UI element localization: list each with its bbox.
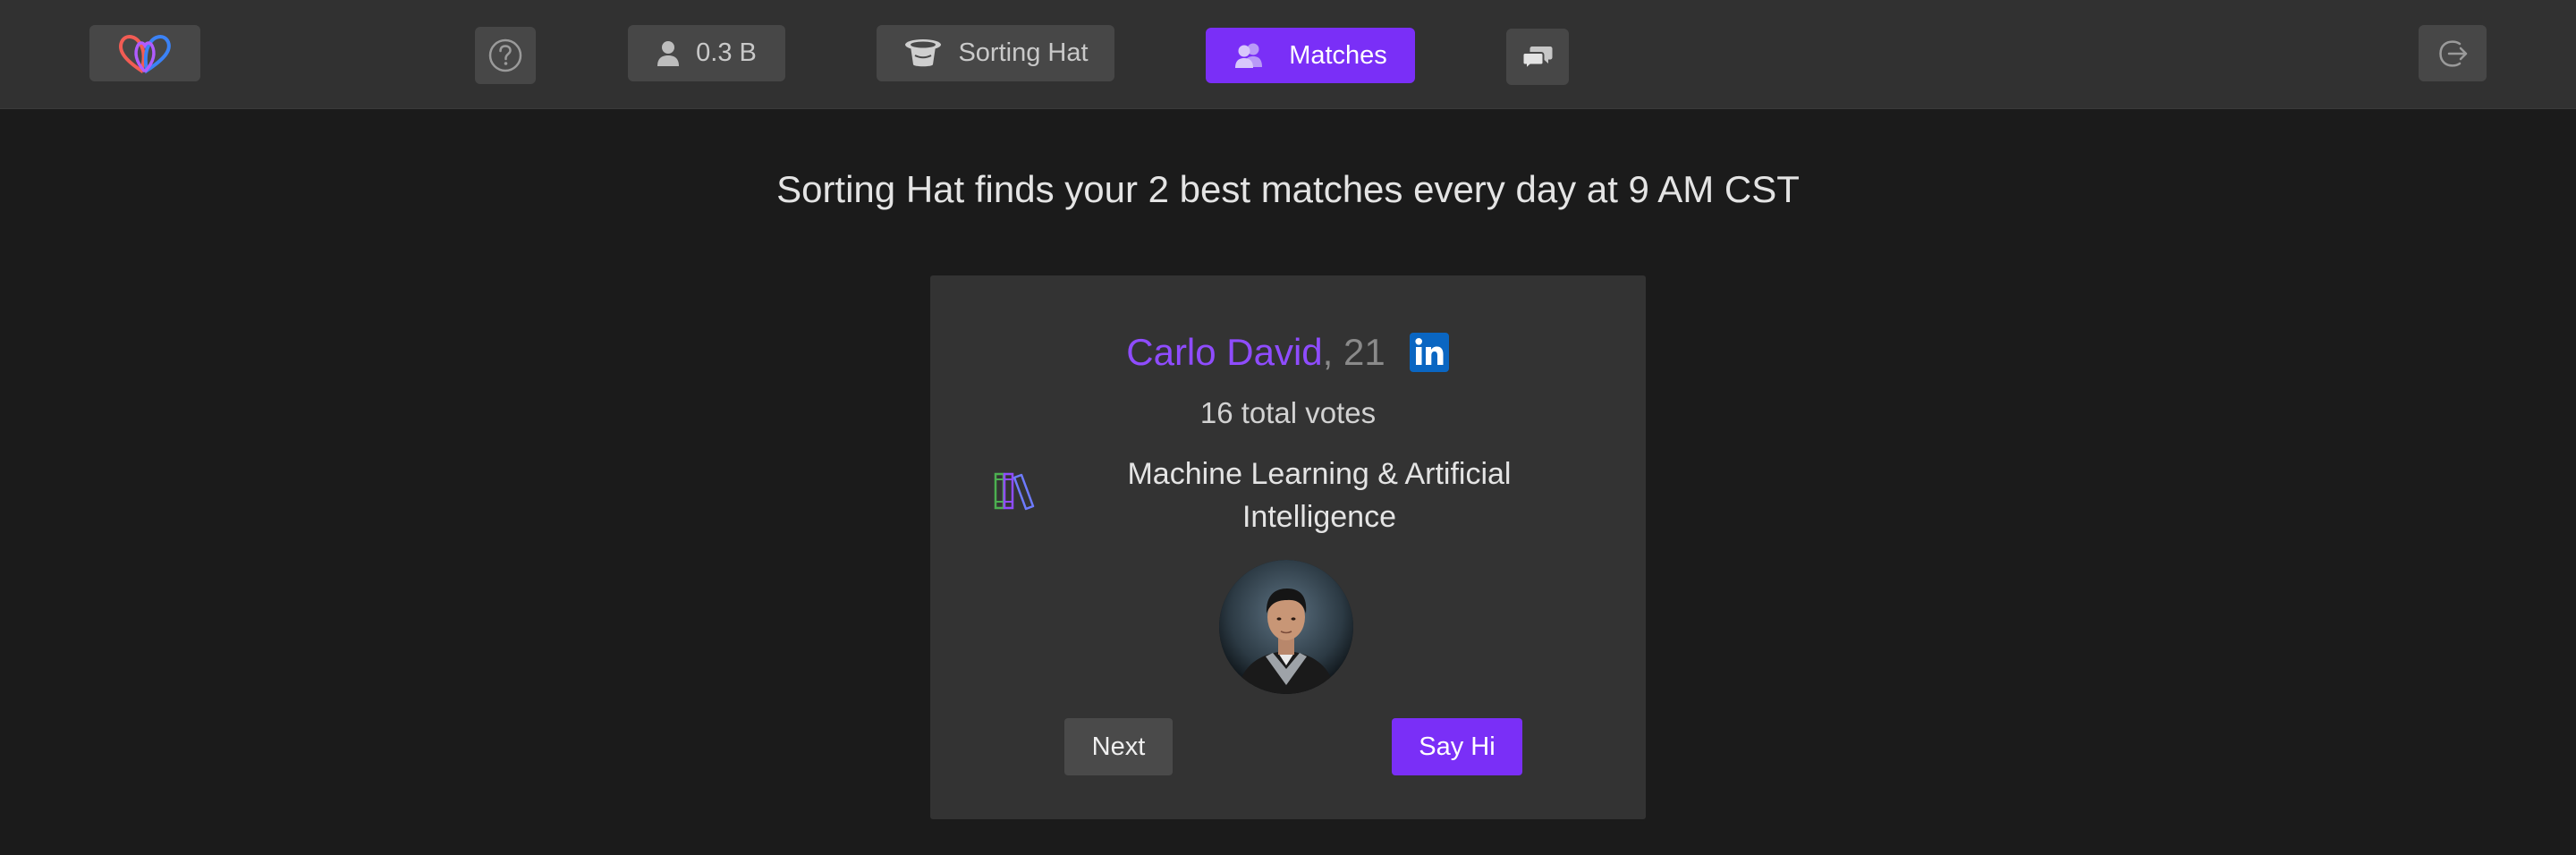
brand-hearts-logo-icon — [119, 34, 171, 73]
say-hi-button[interactable]: Say Hi — [1392, 718, 1522, 775]
sorting-hat-button[interactable]: Sorting Hat — [877, 25, 1114, 81]
page-headline: Sorting Hat finds your 2 best matches ev… — [776, 168, 1800, 210]
question-circle-icon — [488, 38, 522, 72]
vote-count: 16 total votes — [1199, 396, 1377, 429]
matches-label: Matches — [1289, 40, 1387, 70]
chat-bubbles-icon — [1521, 46, 1553, 71]
field-of-study: Machine Learning & Artificial Intelligen… — [1127, 457, 1512, 534]
match-name-row: Carlo David , 21 — [930, 320, 1646, 385]
logout-button[interactable] — [2419, 25, 2487, 81]
user-icon — [657, 40, 680, 66]
sorting-hat-icon — [905, 38, 942, 66]
avatar — [1219, 560, 1353, 694]
matches-button[interactable]: Matches — [1206, 28, 1415, 83]
home-logo-button[interactable] — [89, 25, 200, 81]
match-name: Carlo David — [1126, 331, 1323, 373]
users-icon — [1235, 43, 1263, 68]
next-button[interactable]: Next — [1064, 718, 1173, 775]
linkedin-icon[interactable] — [1409, 332, 1450, 373]
user-count-button[interactable]: 0.3 B — [628, 25, 785, 81]
match-card: Carlo David , 21 16 total votes Machine … — [930, 275, 1646, 819]
messages-button[interactable] — [1506, 29, 1569, 85]
user-count-label: 0.3 B — [696, 38, 757, 67]
match-age: , 21 — [1322, 331, 1385, 373]
top-navigation-bar: 0.3 B Sorting Hat Matches — [0, 0, 2576, 109]
help-button[interactable] — [475, 27, 536, 84]
logout-icon — [2439, 39, 2468, 67]
books-icon — [993, 470, 1036, 516]
sorting-hat-label: Sorting Hat — [958, 38, 1089, 67]
